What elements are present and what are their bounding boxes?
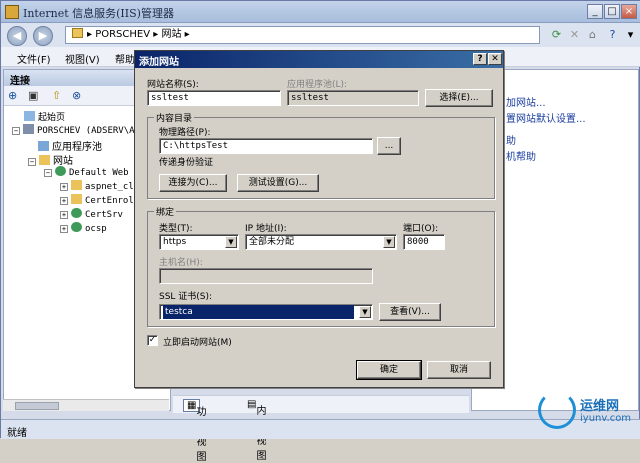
expand-icon[interactable]: + [60, 211, 68, 219]
close-window-button[interactable]: × [621, 4, 637, 19]
maximize-button[interactable]: □ [604, 4, 620, 19]
scrollbar-thumb[interactable] [15, 402, 59, 410]
port-label: 端口(O): [403, 224, 439, 234]
physical-path-label: 物理路径(P): [159, 128, 211, 138]
binding-type-label: 类型(T): [159, 224, 193, 234]
chevron-down-icon[interactable]: ▼ [383, 236, 395, 248]
host-name-label: 主机名(H): [159, 258, 203, 268]
site-name-input[interactable]: ssltest [147, 90, 281, 106]
expand-icon[interactable]: + [60, 197, 68, 205]
refresh-icon[interactable]: ⟳ [549, 27, 564, 42]
menu-help[interactable]: 帮助 [115, 51, 135, 66]
add-website-dialog: 添加网站 ? ✕ 网站名称(S): ssltest 应用程序池(L): sslt… [134, 50, 504, 388]
dialog-close-button[interactable]: ✕ [488, 53, 502, 65]
tree-item-start-page[interactable]: 起始页 [24, 110, 65, 123]
expand-icon[interactable]: + [60, 183, 68, 191]
chevron-down-icon[interactable]: ▼ [225, 236, 237, 248]
title-bar: Internet 信息服务(IIS)管理器 _ □ × [1, 1, 640, 23]
watermark-logo: 运维网 iyunv.com [536, 389, 636, 435]
globe-icon [71, 222, 82, 232]
view-cert-button[interactable]: 查看(V)... [379, 303, 441, 321]
collapse-icon[interactable]: − [44, 169, 52, 177]
port-input[interactable]: 8000 [403, 234, 445, 250]
stop-icon[interactable]: ✕ [567, 27, 582, 42]
ip-address-label: IP 地址(I): [245, 224, 287, 234]
start-page-icon [24, 111, 35, 121]
up-level-icon[interactable]: ⇧ [52, 89, 65, 102]
help-icon[interactable]: ? [605, 27, 620, 42]
folder-icon [71, 194, 82, 204]
select-app-pool-button[interactable]: 选择(E)... [425, 89, 493, 107]
status-text: 就绪 [7, 428, 27, 439]
tree-item-server[interactable]: − PORSCHEV (ADSERV\Ac [12, 124, 140, 136]
tree-item-default-site[interactable]: − Default Web S [44, 166, 139, 178]
action-online-help[interactable]: 机帮助 [506, 148, 536, 163]
ssl-cert-select[interactable]: testca ▼ [159, 304, 373, 320]
tree-item-app-pools[interactable]: 应用程序池 [38, 138, 102, 153]
ip-address-select[interactable]: 全部未分配 ▼ [245, 234, 397, 250]
disconnect-icon[interactable]: ⊗ [72, 89, 85, 102]
connect-icon[interactable]: ⊕ [8, 89, 21, 102]
menu-view[interactable]: 视图(V) [65, 51, 100, 66]
tab-content-view[interactable]: ▤ 内容视图 [247, 399, 266, 462]
breadcrumb[interactable]: ▸ PORSCHEV ▸ 网站 ▸ [65, 26, 540, 44]
collapse-icon[interactable]: − [28, 158, 36, 166]
folder-icon [71, 180, 82, 190]
ssl-cert-label: SSL 证书(S): [159, 292, 213, 302]
connect-as-button[interactable]: 连接为(C)... [159, 174, 227, 192]
logo-ring-icon [538, 391, 576, 429]
window-title: Internet 信息服务(IIS)管理器 [23, 7, 174, 20]
content-directory-legend: 内容目录 [154, 111, 195, 124]
pass-through-label: 传递身份验证 [159, 158, 214, 168]
forward-button[interactable]: ▶ [33, 26, 53, 46]
server-icon [23, 124, 34, 134]
action-add-site[interactable]: 加网站... [506, 94, 546, 109]
chevron-down-icon[interactable]: ▼ [359, 306, 371, 318]
physical-path-input[interactable]: C:\httpsTest [159, 138, 373, 154]
ok-button[interactable]: 确定 [356, 360, 422, 380]
tree-item-ocsp[interactable]: + ocsp [60, 222, 107, 234]
expand-icon[interactable]: + [60, 225, 68, 233]
action-help[interactable]: 助 [506, 132, 516, 147]
app-pool-field: ssltest [287, 90, 419, 106]
app-pool-label: 应用程序池(L): [287, 80, 348, 90]
save-icon[interactable]: ▣ [28, 89, 41, 102]
browse-button[interactable]: ... [377, 137, 401, 155]
tree-item-certenroll[interactable]: + CertEnrol [60, 194, 134, 206]
menu-file[interactable]: 文件(F) [17, 51, 51, 66]
horizontal-scrollbar[interactable] [3, 399, 169, 411]
start-site-label: 立即启动网站(M) [163, 338, 232, 348]
address-bar: ◀ ▶ ▸ PORSCHEV ▸ 网站 ▸ ⟳ ✕ ⌂ ? ▾ [1, 23, 640, 47]
iis-app-icon [5, 5, 19, 19]
watermark-url: iyunv.com [580, 413, 632, 424]
dialog-title: 添加网站 [135, 51, 503, 68]
collapse-icon[interactable]: − [12, 127, 20, 135]
chevron-down-icon[interactable]: ▾ [623, 27, 638, 42]
test-settings-button[interactable]: 测试设置(G)... [237, 174, 319, 192]
tree-item-certsrv[interactable]: + CertSrv [60, 208, 123, 220]
binding-type-select[interactable]: https ▼ [159, 234, 239, 250]
action-set-defaults[interactable]: 置网站默认设置... [506, 110, 586, 125]
tab-feature-view[interactable]: ▦ 功能视图 [183, 399, 206, 463]
breadcrumb-sites[interactable]: 网站 [161, 29, 181, 40]
host-name-input [159, 268, 373, 284]
minimize-button[interactable]: _ [587, 4, 603, 19]
binding-legend: 绑定 [154, 205, 177, 218]
breadcrumb-server[interactable]: PORSCHEV [95, 29, 150, 40]
dialog-help-button[interactable]: ? [473, 53, 487, 65]
start-site-checkbox[interactable]: ✓ [147, 335, 158, 346]
site-name-label: 网站名称(S): [147, 80, 199, 90]
globe-icon [55, 166, 66, 176]
folder-icon [72, 28, 83, 38]
back-button[interactable]: ◀ [7, 26, 27, 46]
watermark-name: 运维网 [580, 399, 620, 414]
cancel-button[interactable]: 取消 [427, 361, 491, 379]
tree-item-aspnet[interactable]: + aspnet_cl [60, 180, 134, 192]
sites-folder-icon [39, 155, 50, 165]
tree-item-sites[interactable]: − 网站 [28, 152, 73, 167]
view-tabs: ▦ 功能视图 ▤ 内容视图 [173, 395, 469, 463]
app-pool-icon [38, 141, 49, 151]
globe-icon [71, 208, 82, 218]
home-icon[interactable]: ⌂ [585, 27, 600, 42]
